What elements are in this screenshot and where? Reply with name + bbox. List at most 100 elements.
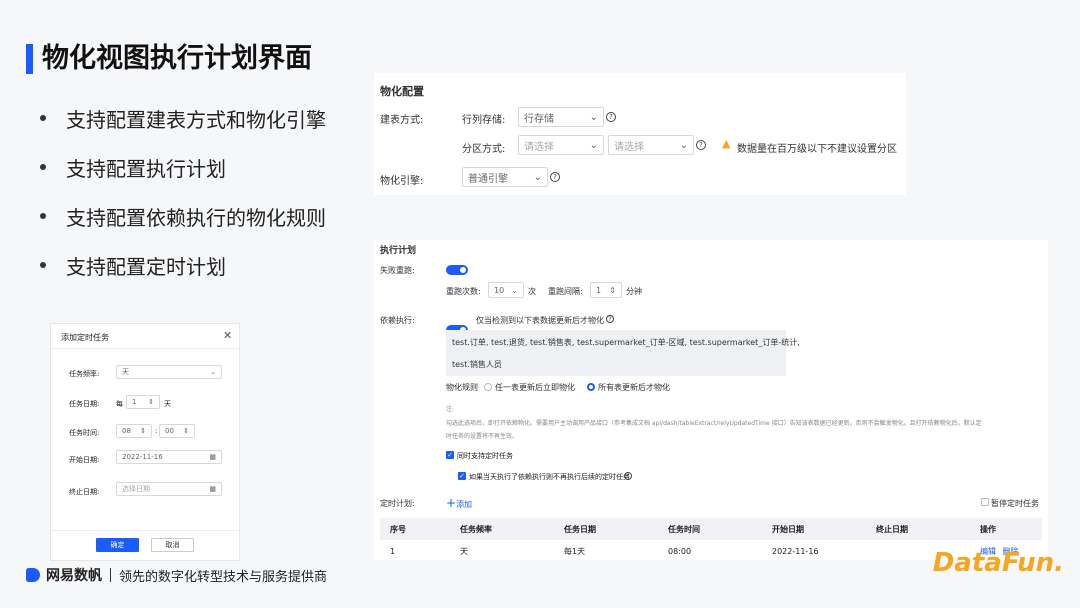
depend-label: 依赖执行: [380, 316, 415, 325]
chevron-down-icon: ⌄ [679, 139, 688, 151]
build-label: 建表方式: [380, 115, 424, 126]
calendar-icon: ▦ [209, 485, 216, 493]
footer-brand: 网易数帆 领先的数字化转型技术与服务提供商 [26, 565, 327, 585]
table-cell: 08:00 [668, 546, 692, 556]
hour-stepper[interactable]: 08 ⇕ [116, 424, 152, 438]
rule-radio-any[interactable] [484, 383, 492, 391]
engine-select[interactable]: 普通引擎 ⌄ [462, 167, 548, 187]
plus-icon: + [446, 496, 457, 510]
chevron-down-icon: ⌄ [533, 171, 542, 183]
table-header-cell: 序号 [380, 518, 450, 540]
end-date-picker[interactable]: 选择日期 ▦ [116, 482, 222, 496]
dialog-divider [51, 530, 239, 531]
retry-label: 失败重跑: [380, 266, 415, 275]
ok-button[interactable]: 确定 [96, 538, 139, 552]
minute-stepper[interactable]: 00 ⇕ [159, 424, 195, 438]
bullet-item: 支持配置依赖执行的物化规则 [40, 204, 326, 230]
calendar-icon: ▦ [209, 453, 216, 461]
table-header-cell: 开始日期 [762, 518, 866, 540]
note-line: 勾选此选项后，即打开依赖物化。需要用户主动调用产品接口（参考集成文档 api/d… [446, 420, 982, 427]
storage-select[interactable]: 行存储 ⌄ [518, 107, 604, 127]
add-schedule-dialog: 添加定时任务 ✕ 任务频率: 天 ⌄ 任务日期: 每 1 ⇕ 天 任务时间: 08 ⇕… [50, 323, 240, 561]
bullet-item: 支持配置执行计划 [40, 155, 326, 181]
table-header-cell: 终止日期 [866, 518, 970, 540]
brand-name: 网易数帆 [46, 568, 102, 584]
bullet-item: 支持配置建表方式和物化引擎 [40, 106, 326, 132]
dialog-divider [51, 348, 239, 349]
stepper-icon: ⇕ [609, 285, 616, 295]
time-colon: : [155, 427, 158, 435]
panel-heading: 物化配置 [380, 85, 424, 98]
help-icon[interactable]: ? [606, 315, 614, 323]
table-header-cell: 任务时间 [658, 518, 762, 540]
footer-divider [110, 568, 111, 582]
table-cell: 天 [460, 546, 468, 556]
retry-toggle[interactable] [446, 265, 468, 275]
also-schedule-checkbox[interactable]: ✓ [446, 451, 454, 459]
pause-checkbox[interactable] [981, 498, 989, 506]
date-unit: 天 [164, 400, 171, 408]
help-icon[interactable]: ? [624, 472, 632, 480]
rule-option-any: 任一表更新后立即物化 [495, 383, 575, 392]
materialize-config-panel: 物化配置 建表方式: 行列存储: 行存储 ⌄ ? 分区方式: 请选择 ⌄ 请选择 ⌄ … [374, 73, 906, 195]
retry-interval-stepper[interactable]: 1 ⇕ [590, 282, 622, 298]
dialog-title: 添加定时任务 [61, 333, 109, 342]
retry-count-select[interactable]: 10 ⌄ [488, 282, 524, 298]
also-schedule-label: 同时支持定时任务 [457, 452, 513, 460]
skip-schedule-label: 如果当天执行了依赖执行则不再执行后续的定时任务 [469, 473, 630, 481]
chevron-down-icon: ⌄ [511, 285, 518, 295]
netease-logo-icon [26, 568, 40, 582]
start-date-picker[interactable]: 2022-11-16 ▦ [116, 450, 222, 464]
retry-interval-unit: 分钟 [626, 287, 642, 296]
table-header-row: 序号 任务频率 任务日期 任务时间 开始日期 终止日期 操作 [380, 518, 1042, 540]
start-label: 开始日期: [69, 456, 100, 464]
partition-select-2[interactable]: 请选择 ⌄ [608, 135, 694, 155]
skip-schedule-checkbox[interactable]: ✓ [458, 472, 466, 480]
table-cell: 2022-11-16 [772, 546, 819, 556]
freq-label: 任务频率: [69, 370, 100, 378]
rule-option-all: 所有表更新后才物化 [598, 383, 670, 392]
brand-slogan: 领先的数字化转型技术与服务提供商 [119, 569, 328, 585]
help-icon[interactable]: ? [550, 172, 560, 182]
schedule-label: 定时计划: [380, 499, 415, 508]
pause-label: 暂停定时任务 [991, 499, 1039, 508]
note-title: 注: [446, 406, 455, 413]
close-icon[interactable]: ✕ [223, 329, 232, 342]
help-icon[interactable]: ? [606, 112, 616, 122]
retry-interval-label: 重跑间隔: [548, 287, 583, 296]
retry-count-unit: 次 [528, 287, 536, 296]
bullet-list: 支持配置建表方式和物化引擎 支持配置执行计划 支持配置依赖执行的物化规则 支持配… [40, 106, 326, 302]
stepper-icon: ⇕ [183, 427, 189, 435]
table-header-cell: 操作 [970, 518, 1042, 540]
chevron-down-icon: ⌄ [210, 368, 216, 376]
storage-label: 行列存储: [462, 115, 506, 126]
stepper-icon: ⇕ [140, 427, 146, 435]
depend-tables-line: test.销售人员 [452, 360, 502, 369]
chevron-down-icon: ⌄ [589, 111, 598, 123]
partition-select-1[interactable]: 请选择 ⌄ [518, 135, 604, 155]
engine-label: 物化引擎: [380, 176, 424, 187]
note-line: 时任务的设置将不再生效。 [446, 433, 519, 440]
table-header-cell: 任务日期 [554, 518, 658, 540]
cancel-button[interactable]: 取消 [151, 538, 194, 552]
datafun-logo: DataFun. [932, 548, 1064, 578]
freq-select[interactable]: 天 ⌄ [116, 365, 222, 379]
table-cell: 每1天 [564, 546, 586, 556]
add-button[interactable]: +添加 [446, 496, 472, 510]
date-stepper[interactable]: 1 ⇕ [126, 395, 160, 409]
execution-plan-panel: 执行计划 失败重跑: 重跑次数: 10 ⌄ 次 重跑间隔: 1 ⇕ 分钟 依赖执行:… [374, 240, 1048, 560]
stepper-icon: ⇕ [148, 398, 154, 406]
depend-tables-box: test.订单, test.退货, test.销售表, test.superma… [446, 330, 800, 376]
chevron-down-icon: ⌄ [589, 139, 598, 151]
date-label: 任务日期: [69, 400, 100, 408]
help-icon[interactable]: ? [696, 140, 706, 150]
rule-radio-all[interactable] [587, 383, 595, 391]
date-prefix: 每 [116, 400, 123, 408]
table-cell: 1 [390, 546, 396, 556]
rule-label: 物化规则 [446, 383, 478, 392]
slide-title: 物化视图执行计划界面 [42, 43, 312, 74]
partition-label: 分区方式: [462, 144, 506, 155]
table-header-cell: 任务频率 [450, 518, 554, 540]
time-label: 任务时间: [69, 429, 100, 437]
warning-icon: ▲ [722, 137, 731, 150]
